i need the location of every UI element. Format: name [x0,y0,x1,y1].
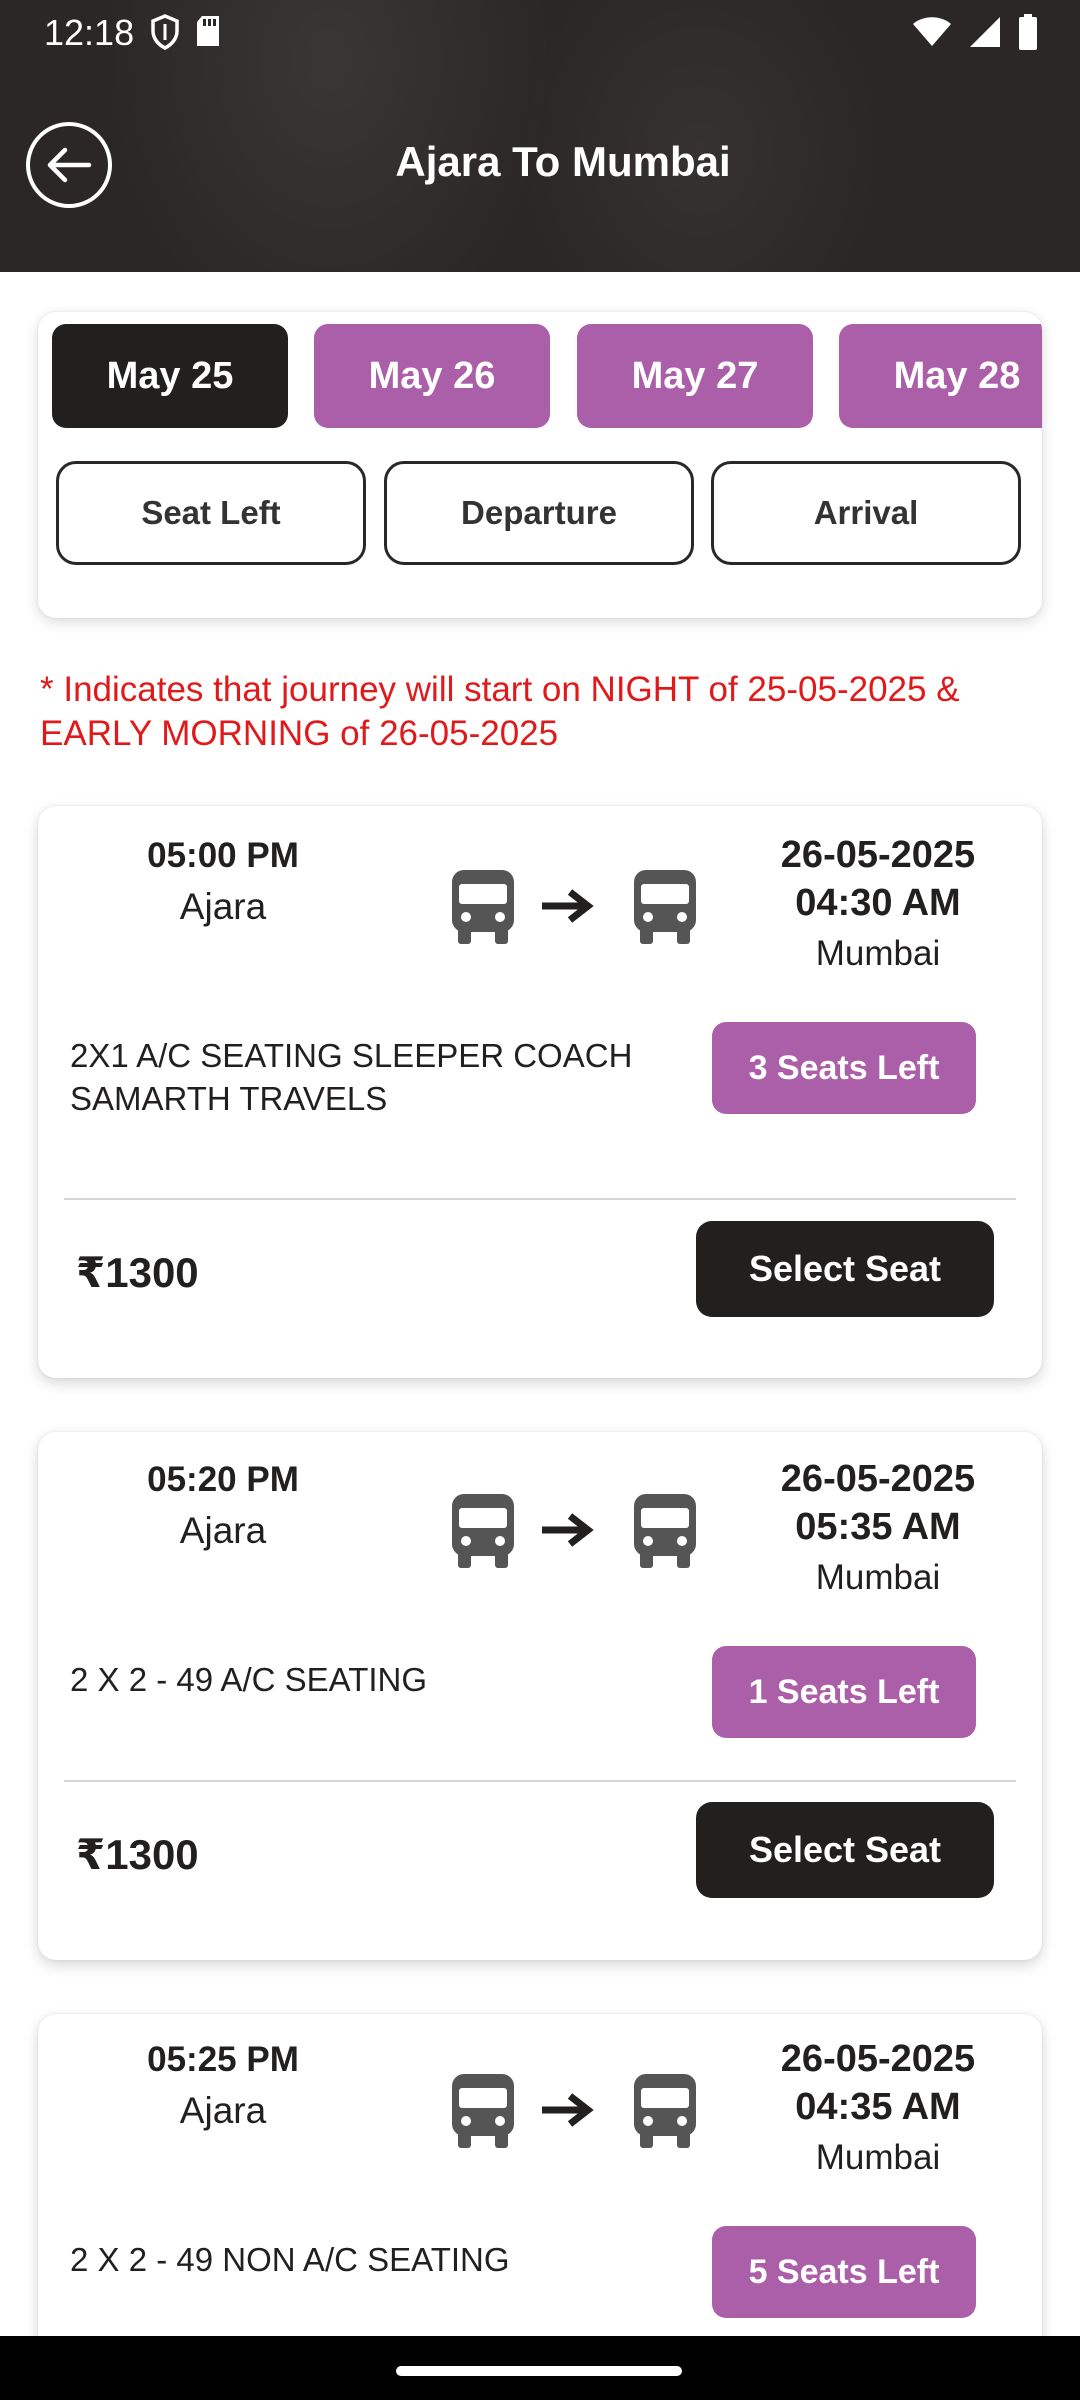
arrival-time: 05:35 AM [795,1506,961,1548]
arrival-time: 04:35 AM [795,2086,961,2128]
sort-departure-button[interactable]: Departure [384,461,694,565]
arrival-city: Mumbai [815,934,941,973]
bus-type: 2 X 2 - 49 NON A/C SEATING [70,2238,700,2281]
cell-signal-icon [970,17,1000,47]
departure-time: 05:20 PM [147,1460,299,1499]
departure-city: Ajara [179,886,267,927]
status-left-icons [150,14,222,50]
bus-icon [452,2074,514,2148]
status-bar: 12:18 [0,0,1080,62]
route-icons [410,2070,700,2150]
bus-type-label: 2 X 2 - 49 NON A/C SEATING [70,2241,510,2278]
status-right-icons [912,14,1038,50]
bus-type: 2X1 A/C SEATING SLEEPER COACH SAMARTH TR… [70,1034,700,1120]
home-gesture-handle[interactable] [396,2366,682,2376]
bus-type: 2 X 2 - 49 A/C SEATING [70,1658,700,1701]
bus-icon [452,870,514,944]
seats-left-badge[interactable]: 5 Seats Left [712,2226,976,2318]
shield-icon [151,14,179,50]
seats-left-badge[interactable]: 3 Seats Left [712,1022,976,1114]
date-tab-may-27[interactable]: May 27 [577,324,813,428]
departure-city: Ajara [179,1510,267,1551]
date-tab-may-28[interactable]: May 28 [839,324,1042,428]
price: ₹1300 [76,1831,199,1878]
departure-time: 05:00 PM [147,836,299,875]
wifi-icon [913,17,951,46]
journey-notice: * Indicates that journey will start on N… [40,670,960,753]
arrival-date: 26-05-2025 [780,834,976,876]
sort-arrival-button[interactable]: Arrival [711,461,1021,565]
bus-icon [634,1494,696,1568]
arrival-date: 26-05-2025 [780,1458,976,1500]
arrival-date: 26-05-2025 [780,2038,976,2080]
bus-type-label: 2 X 2 - 49 A/C SEATING [70,1661,428,1698]
date-tab-may-25[interactable]: May 25 [52,324,288,428]
route-icons [410,1490,700,1570]
bus-icon [452,1494,514,1568]
divider [64,1780,1016,1782]
divider [64,1198,1016,1200]
arrow-right-icon [542,1513,594,1547]
system-nav-bar [0,2336,1080,2400]
select-seat-button[interactable]: Select Seat [696,1221,994,1317]
seats-left-badge[interactable]: 1 Seats Left [712,1646,976,1738]
price: ₹1300 [76,1249,199,1296]
arrival-time: 04:30 AM [795,882,961,924]
bus-type-label: 2X1 A/C SEATING SLEEPER COACH [70,1037,633,1074]
arrow-right-icon [542,889,594,923]
arrival-city: Mumbai [815,1558,941,1597]
date-tab-may-26[interactable]: May 26 [314,324,550,428]
bus-icon [634,870,696,944]
route-icons [410,866,700,946]
app-header: 12:18 Ajara To Mumbai [0,0,1080,272]
operator-name: SAMARTH TRAVELS [70,1080,388,1117]
trip-card: 05:00 PM Ajara 26-05-2025 04:30 AM Mumba… [38,806,1042,1378]
status-time: 12:18 [44,12,135,53]
date-tabs: May 25 May 26 May 27 May 28 [52,324,1042,430]
sd-card-icon [197,16,219,46]
page-title: Ajara To Mumbai [395,138,731,185]
trip-card: 05:20 PM Ajara 26-05-2025 05:35 AM Mumba… [38,1432,1042,1960]
filter-card: May 25 May 26 May 27 May 28 Seat Left De… [38,312,1042,618]
departure-city: Ajara [179,2090,267,2131]
bus-icon [634,2074,696,2148]
select-seat-button[interactable]: Select Seat [696,1802,994,1898]
arrival-city: Mumbai [815,2138,941,2177]
sort-seat-left-button[interactable]: Seat Left [56,461,366,565]
battery-icon [1019,14,1037,50]
arrow-right-icon [542,2093,594,2127]
departure-time: 05:25 PM [147,2040,299,2079]
